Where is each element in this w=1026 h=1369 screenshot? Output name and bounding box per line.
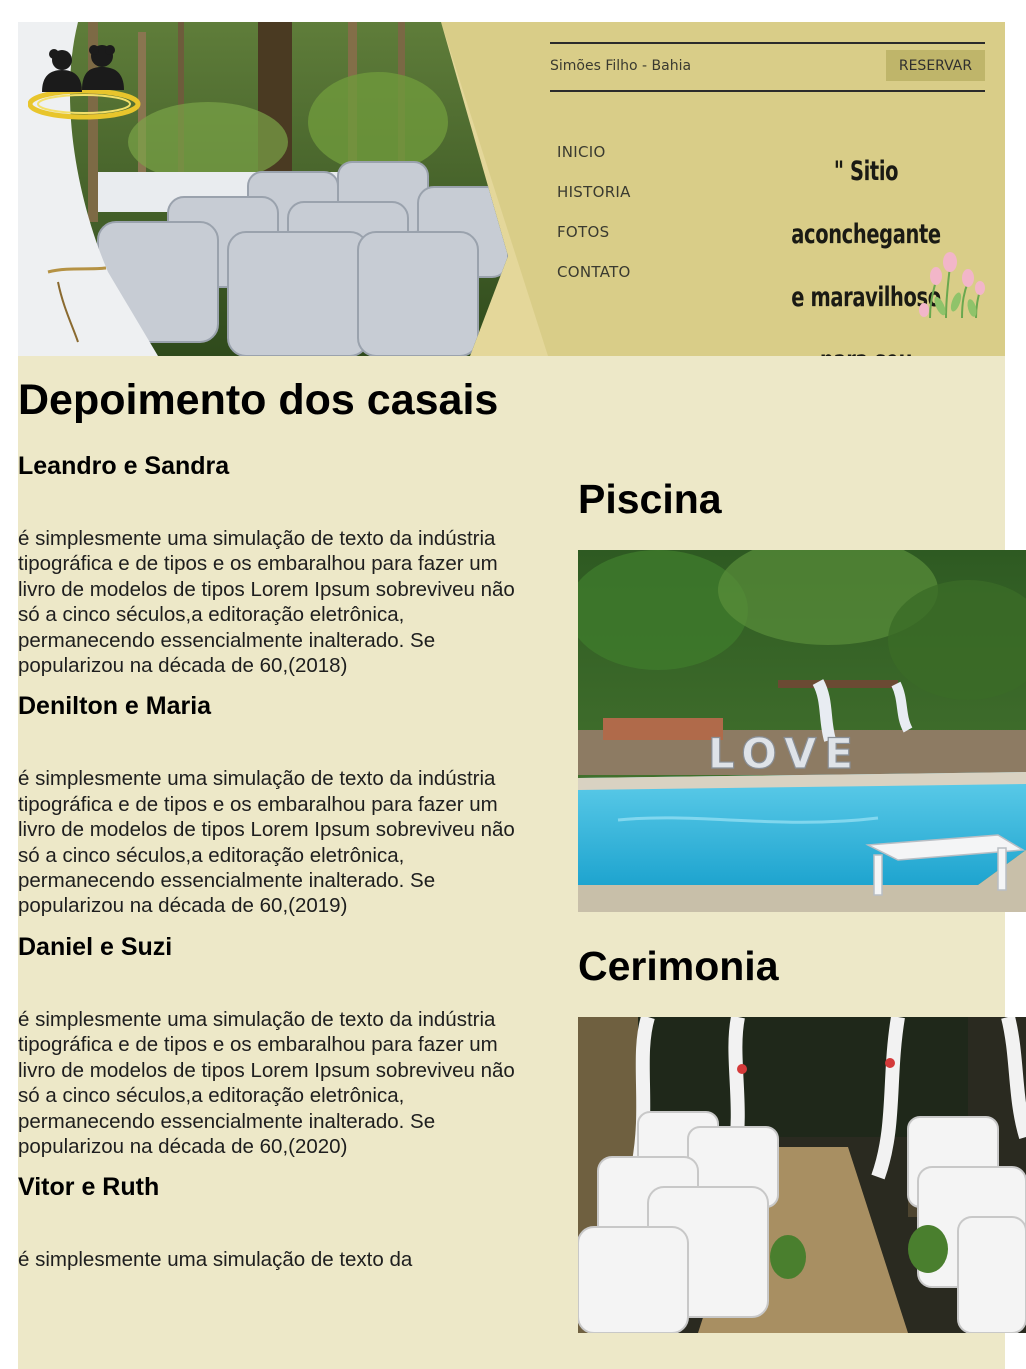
ceremony-photo [578,1017,1026,1333]
testimonial-text: é simplesmente uma simulação de texto da [18,1248,413,1272]
tulip-flowers-icon [916,240,988,320]
site-header: Simões Filho - Bahia RESERVAR INICIO HIS… [18,22,1005,356]
testimonial-text: é simplesmente uma simulação de texto da… [18,527,515,678]
couple-logo[interactable] [27,40,144,124]
nav-item-contato: CONTATO [557,262,631,302]
pool-title: Piscina [578,476,722,522]
nav-link-historia[interactable]: HISTORIA [557,183,631,201]
pool-photo: LOVE [578,550,1026,912]
nav-link-contato[interactable]: CONTATO [557,263,631,281]
testimonial-vitor-ruth: Vitor e Ruth é simplesmente uma simulaçã… [18,1171,518,1272]
reserve-button[interactable]: RESERVAR [886,50,985,81]
ceremony-title: Cerimonia [578,943,779,989]
testimonial-text: é simplesmente uma simulação de texto da… [18,767,515,918]
nav-item-fotos: FOTOS [557,222,631,262]
testimonials-section: Depoimento dos casais Leandro e Sandra é… [18,372,518,1273]
testimonial-names: Denilton e Maria [18,692,212,721]
nav-item-historia: HISTORIA [557,182,631,222]
testimonials-title: Depoimento dos casais [18,376,499,424]
testimonial-names: Leandro e Sandra [18,452,230,480]
header-topbar: Simões Filho - Bahia RESERVAR [550,42,985,92]
testimonial-text: é simplesmente uma simulação de texto da… [18,1007,515,1158]
location-text: Simões Filho - Bahia [550,58,692,74]
testimonial-leandro-sandra: Leandro e Sandra é simplesmente uma simu… [18,450,518,678]
nav-link-fotos[interactable]: FOTOS [557,223,609,241]
testimonial-denilton-maria: Denilton e Maria é simplesmente uma simu… [18,690,518,918]
testimonial-names: Vitor e Ruth [18,1173,160,1202]
main-nav: INICIO HISTORIA FOTOS CONTATO [557,142,631,302]
nav-link-inicio[interactable]: INICIO [557,143,606,161]
testimonial-daniel-suzi: Daniel e Suzi é simplesmente uma simulaç… [18,931,518,1159]
nav-item-inicio: INICIO [557,142,631,182]
love-sign: LOVE [708,729,861,778]
testimonial-names: Daniel e Suzi [18,932,173,961]
